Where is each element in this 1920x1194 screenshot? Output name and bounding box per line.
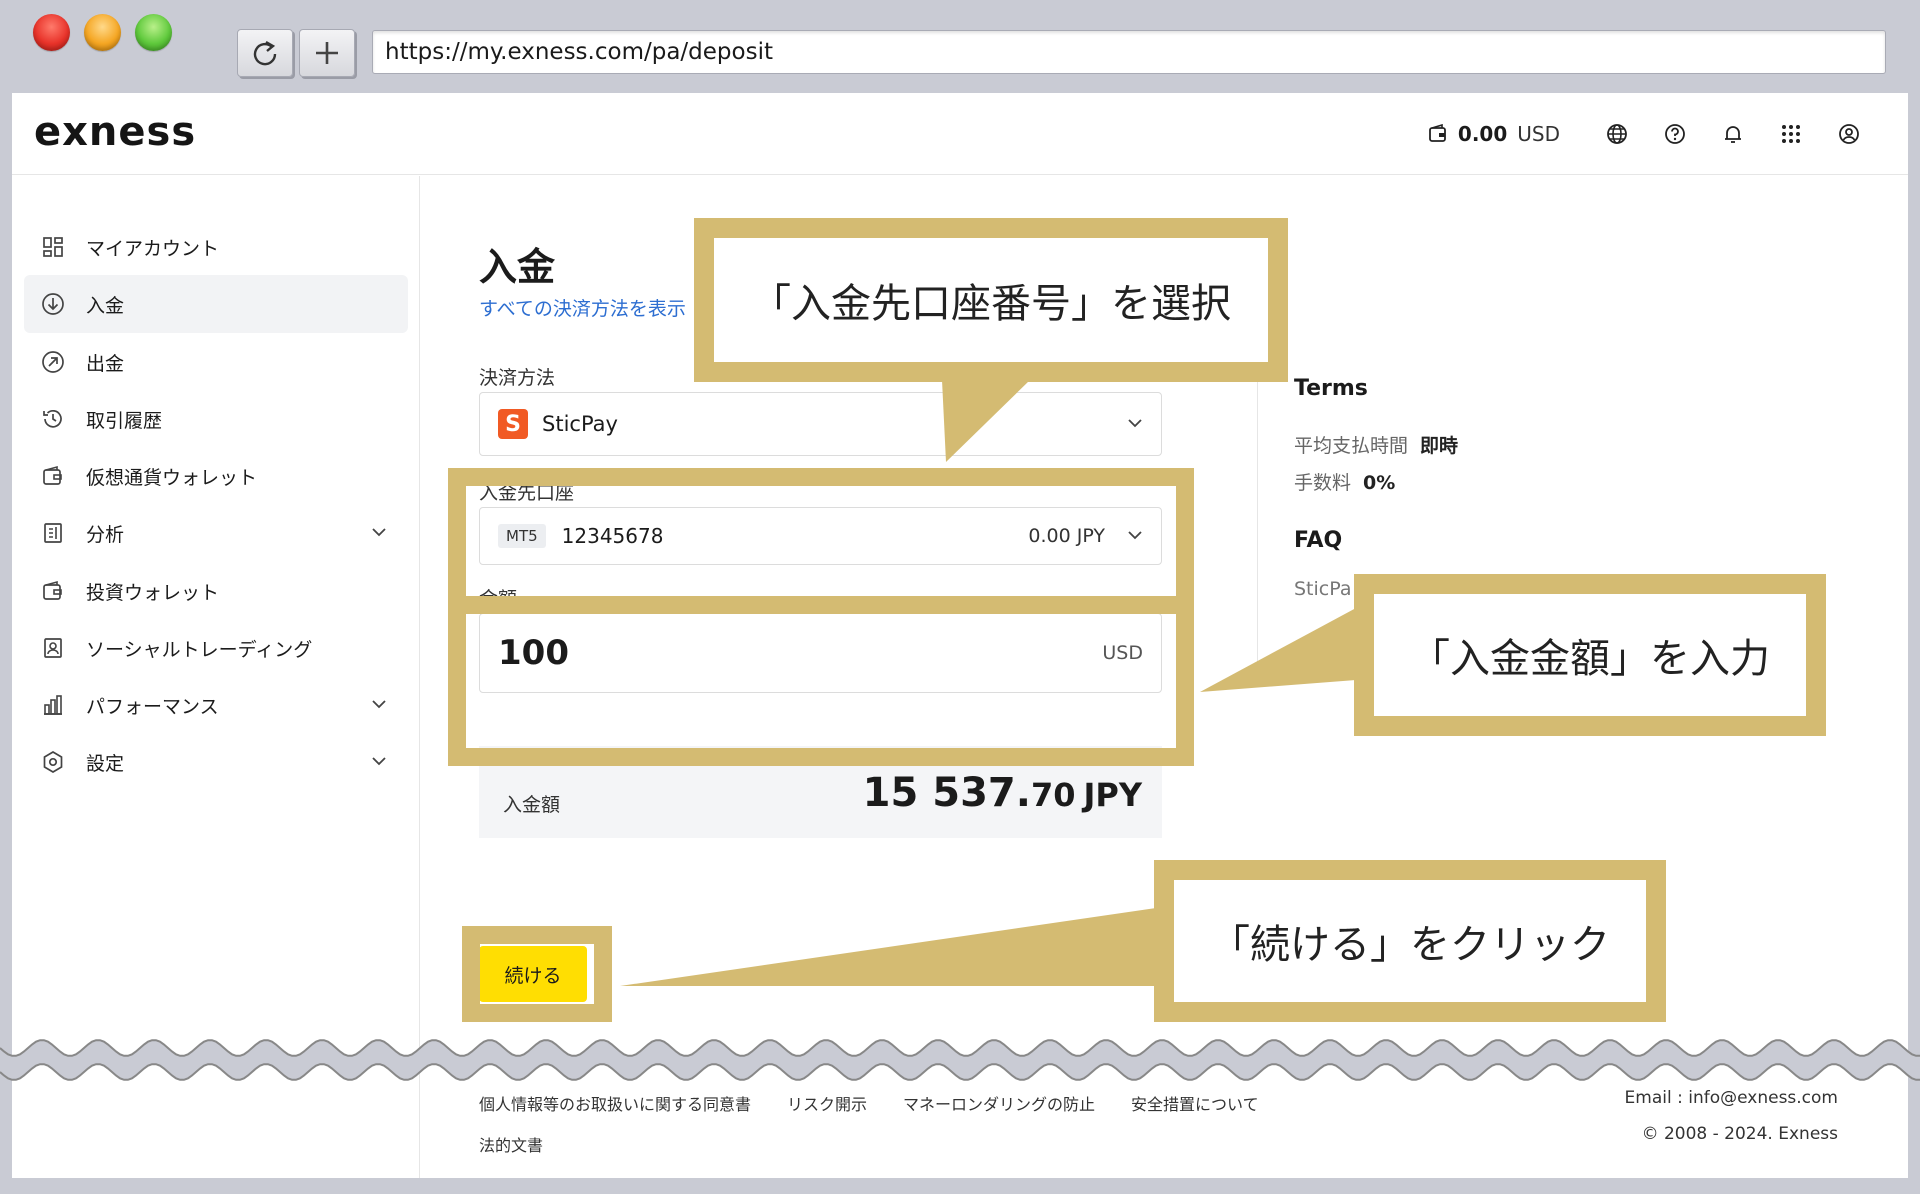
highlight-frame-divider (466, 596, 1176, 614)
callout-pointer (1200, 608, 1356, 692)
callout-enter-amount: 「入金金額」を入力 (1354, 574, 1826, 736)
callout-pointer (620, 908, 1156, 986)
highlight-frame (448, 468, 1194, 766)
callout-pointer (942, 380, 1030, 462)
callout-select-account: 「入金先口座番号」を選択 (694, 218, 1288, 382)
highlight-frame (462, 926, 612, 1022)
callout-click-continue: 「続ける」をクリック (1154, 860, 1666, 1022)
